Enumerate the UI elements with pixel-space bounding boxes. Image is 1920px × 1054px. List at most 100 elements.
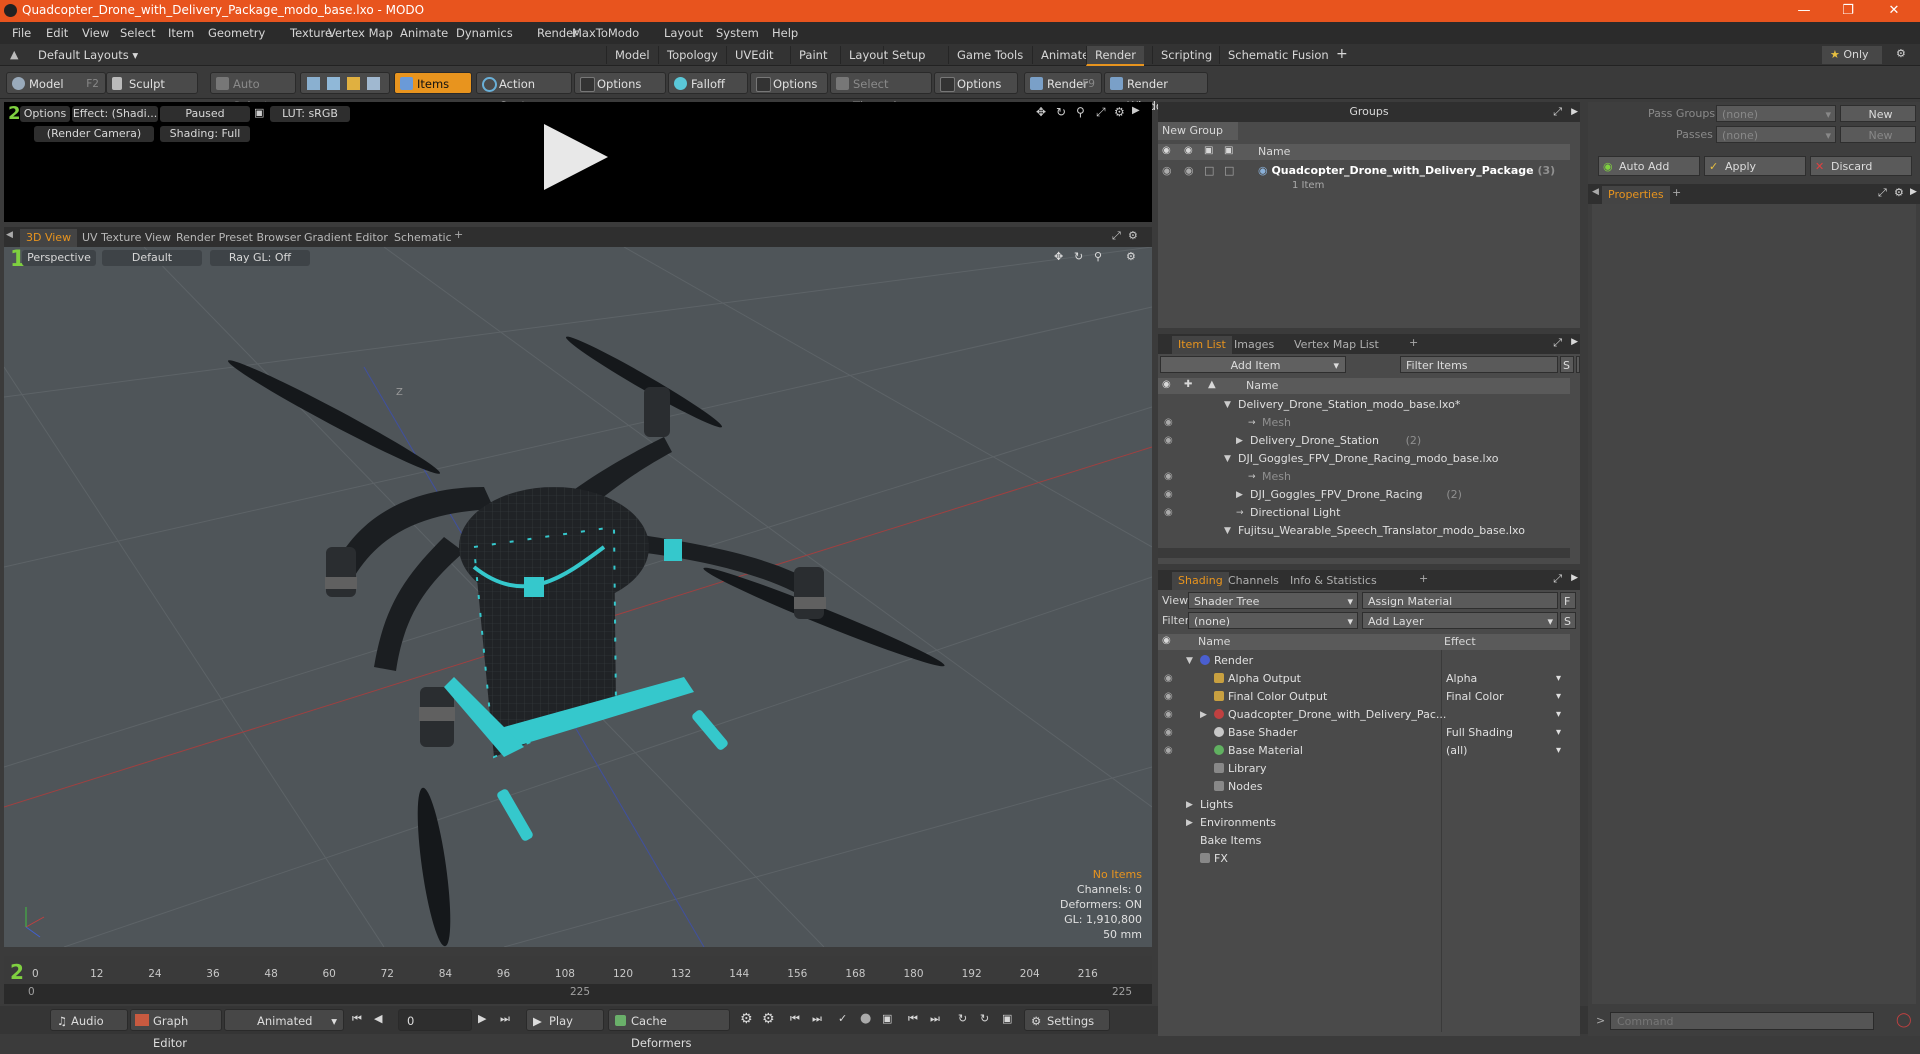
eye-icon[interactable]: ◉	[1164, 706, 1173, 724]
eye-icon[interactable]: ◉	[1164, 742, 1173, 760]
eye-icon[interactable]: ◉	[1164, 486, 1173, 504]
shading-tab-shading[interactable]: Shading	[1172, 572, 1229, 590]
shader-tree-row[interactable]: ▶ Environments	[1158, 814, 1570, 832]
menu-geometry[interactable]: Geometry	[208, 26, 265, 40]
edge-mode-icon[interactable]	[327, 77, 340, 90]
group-row[interactable]: ◉ ◉ □ □ ◉ Quadcopter_Drone_with_Delivery…	[1158, 162, 1570, 198]
expand-arrow-icon[interactable]: ▶	[1186, 796, 1193, 814]
lock-icon[interactable]: □	[1204, 164, 1214, 177]
shader-tree-row-effect[interactable]: Alpha	[1446, 670, 1477, 688]
add-item-dropdown[interactable]: Add Item ▾	[1160, 356, 1346, 373]
item-list-tab-item-list[interactable]: Item List	[1172, 336, 1232, 354]
3d-viewport[interactable]: Z 1 Perspective Default Ray GL: Off ✥ ↻ …	[4, 247, 1152, 947]
view-dropdown[interactable]: Shader Tree ▾	[1188, 592, 1358, 609]
menu-vertex-map[interactable]: Vertex Map	[328, 26, 393, 40]
collapse-arrow-icon[interactable]: ▼	[1224, 522, 1231, 540]
key-end-icon[interactable]: ⏭	[930, 1012, 940, 1026]
shader-tree-row[interactable]: ◉ Alpha Output Alpha ▾	[1158, 670, 1570, 688]
shader-tree-row[interactable]: ◉ Base Material (all) ▾	[1158, 742, 1570, 760]
move-icon[interactable]: ✥	[1036, 105, 1046, 119]
key-range-icon[interactable]: ▣	[882, 1012, 892, 1025]
shader-tree-row[interactable]: ◉ Base Shader Full Shading ▾	[1158, 724, 1570, 742]
menu-select[interactable]: Select	[120, 26, 155, 40]
expand-arrow-icon[interactable]: ▶	[1910, 187, 1917, 197]
item-list-tab-images[interactable]: Images	[1228, 336, 1280, 354]
key-toggle-icon[interactable]: ✓	[838, 1012, 847, 1025]
expand-arrow-icon[interactable]: →	[1248, 414, 1256, 432]
new-group-button[interactable]: New Group	[1158, 122, 1238, 140]
item-list-scrollbar[interactable]	[1158, 548, 1570, 558]
only-toggle[interactable]: ★ Only	[1822, 46, 1882, 64]
layout-tab-topology[interactable]: Topology	[658, 46, 726, 64]
add-layout-tab-icon[interactable]: +	[1336, 46, 1348, 62]
preview-lut-dropdown[interactable]: LUT: sRGB	[270, 106, 350, 122]
minimize-icon[interactable]: —	[1782, 0, 1826, 22]
material-mode-icon[interactable]	[367, 77, 380, 90]
raygl-toggle[interactable]: Ray GL: Off	[210, 250, 310, 266]
timeline[interactable]: 2 0 12 24 36 48 60 72 84 96 108 120 132 144 156 168 180…	[4, 956, 1152, 1004]
properties-tab[interactable]: Properties	[1602, 186, 1670, 204]
gear-icon[interactable]: ⚙	[1126, 250, 1136, 263]
panel-arrow-icon[interactable]: ◀	[1592, 187, 1599, 197]
item-list-row[interactable]: ◉ → Directional Light	[1158, 504, 1570, 522]
add-tab-icon[interactable]: +	[1409, 336, 1418, 349]
add-tab-icon[interactable]: +	[1419, 572, 1428, 585]
select-icon[interactable]: □	[1224, 164, 1234, 177]
preview-shading-dropdown[interactable]: Shading: Full	[160, 126, 250, 142]
shader-tree-row[interactable]: ▼ Render	[1158, 652, 1570, 670]
layout-tab-setup[interactable]: Setup	[883, 46, 933, 64]
gear-icon[interactable]: ⚙	[1114, 105, 1125, 119]
lock-icon[interactable]: ▣	[1002, 1012, 1012, 1025]
panel-arrow-icon[interactable]: ◀	[6, 230, 13, 240]
restore-icon[interactable]: ❐	[1826, 0, 1870, 22]
rotate-icon[interactable]: ↻	[1056, 105, 1066, 119]
shader-tree-row-effect[interactable]: Final Color	[1446, 688, 1504, 706]
filter-s-button[interactable]: S	[1560, 356, 1574, 373]
key-prev-icon[interactable]: ⏮	[790, 1012, 800, 1026]
layout-icon[interactable]: ▲	[10, 48, 18, 61]
items-mode-button[interactable]: Items	[394, 72, 472, 94]
key-next-icon[interactable]: ⏭	[812, 1012, 822, 1026]
maximize-icon[interactable]: ⤢	[1096, 105, 1106, 120]
expand-arrow-icon[interactable]: ▶	[1200, 706, 1207, 724]
layout-tab-scripting[interactable]: Scripting	[1152, 46, 1220, 64]
shader-tree-row[interactable]: Nodes	[1158, 778, 1570, 796]
chevron-down-icon[interactable]: ▾	[1556, 706, 1561, 724]
graph-editor-button[interactable]: Graph Editor	[130, 1009, 222, 1050]
filter-f-button[interactable]	[1576, 356, 1580, 373]
key-begin-icon[interactable]: ⏮	[908, 1012, 918, 1026]
menu-maxtomodo[interactable]: MaxToModo	[572, 26, 639, 40]
new-pass-group-button[interactable]: New	[1840, 105, 1916, 122]
expand-arrow-icon[interactable]: ▶	[1571, 102, 1578, 122]
maximize-icon[interactable]: ⤢	[1553, 572, 1562, 586]
viewport-tab-schematic[interactable]: Schematic	[388, 229, 458, 247]
shading-s-button[interactable]: S	[1560, 612, 1576, 629]
polygon-mode-icon[interactable]	[347, 77, 360, 90]
action-center-button[interactable]: Action Center	[476, 72, 572, 113]
discard-button[interactable]: ✕ Discard	[1810, 156, 1912, 176]
layout-tab-render[interactable]: Render	[1086, 46, 1144, 66]
item-list-row[interactable]: ▼ Delivery_Drone_Station_modo_base.lxo*	[1158, 396, 1570, 414]
eye-icon[interactable]: ◉	[1164, 504, 1173, 522]
cache-deformers-button[interactable]: Cache Deformers	[608, 1009, 730, 1050]
item-list-row[interactable]: ▼ Fujitsu_Wearable_Speech_Translator_modo…	[1158, 522, 1570, 540]
chevron-down-icon[interactable]: ▾	[1556, 670, 1561, 688]
select-options-button[interactable]: Options	[934, 72, 1018, 94]
filter-items-input[interactable]: Filter Items	[1400, 356, 1558, 373]
command-input[interactable]	[1610, 1012, 1874, 1030]
new-pass-button[interactable]: New	[1840, 126, 1916, 143]
perspective-dropdown[interactable]: Perspective	[22, 250, 96, 266]
close-icon[interactable]: ✕	[1872, 0, 1916, 22]
shading-tab-channels[interactable]: Channels	[1222, 572, 1285, 590]
add-tab-icon[interactable]: +	[1672, 186, 1681, 199]
vertex-mode-icon[interactable]	[307, 77, 320, 90]
maximize-icon[interactable]: ⤢	[1553, 102, 1562, 122]
eye-icon[interactable]: ◉	[1164, 670, 1173, 688]
chevron-down-icon[interactable]: ▾	[1556, 688, 1561, 706]
render-button[interactable]: Render F9	[1024, 72, 1102, 94]
zoom-icon[interactable]: ⚲	[1076, 105, 1085, 119]
animated-dropdown[interactable]: Animated ▾	[224, 1009, 344, 1031]
item-list-row[interactable]: ▼ DJI_Goggles_FPV_Drone_Racing_modo_base.…	[1158, 450, 1570, 468]
menu-help[interactable]: Help	[772, 26, 798, 40]
filter-dropdown[interactable]: (none) ▾	[1188, 612, 1358, 629]
